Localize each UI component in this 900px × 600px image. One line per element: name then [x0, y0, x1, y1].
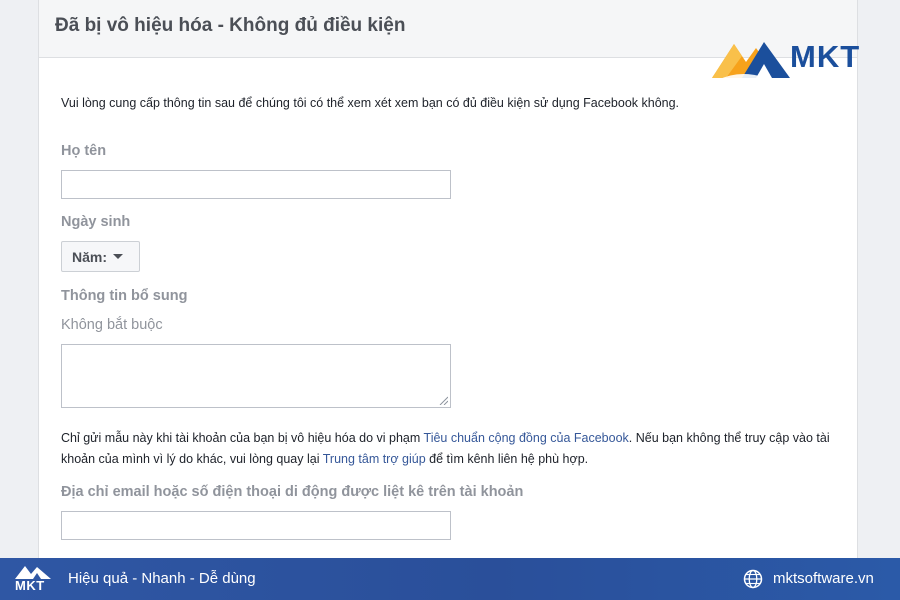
page-background-right [858, 0, 900, 558]
date-of-birth-label: Ngày sinh [61, 214, 131, 230]
email-phone-input[interactable] [61, 511, 451, 540]
resize-grip-icon[interactable] [439, 396, 448, 405]
help-center-link[interactable]: Trung tâm trợ giúp [323, 452, 426, 466]
birth-year-select[interactable]: Năm: [61, 241, 140, 272]
community-standards-link[interactable]: Tiêu chuẩn cộng đồng của Facebook [424, 431, 629, 445]
mkt-logo-text: MKT [790, 39, 861, 74]
mkt-logo: MKT [712, 38, 884, 82]
footer-logo-text: MKT [15, 578, 45, 593]
slogan: Hiệu quả - Nhanh - Dễ dùng [68, 570, 256, 587]
footer-logo: MKT [13, 564, 53, 594]
intro-text: Vui lòng cung cấp thông tin sau để chúng… [61, 96, 680, 110]
additional-info-label: Thông tin bổ sung [61, 288, 188, 304]
caret-down-icon [113, 254, 124, 259]
notice-text-1: Chỉ gửi mẫu này khi tài khoản của bạn bị… [61, 431, 424, 445]
website-url[interactable]: mktsoftware.vn [773, 570, 874, 587]
full-name-label: Họ tên [61, 143, 107, 159]
form-notice: Chỉ gửi mẫu này khi tài khoản của bạn bị… [61, 428, 831, 470]
optional-label: Không bắt buộc [61, 317, 163, 333]
brand-footer: MKT Hiệu quả - Nhanh - Dễ dùng mktsoftwa… [0, 558, 900, 600]
full-name-input[interactable] [61, 170, 451, 199]
birth-year-select-text: Năm: [72, 248, 108, 265]
disabled-account-form-card: Đã bị vô hiệu hóa - Không đủ điều kiện V… [38, 0, 858, 558]
email-phone-label: Địa chỉ email hoặc số điện thoại di động… [61, 484, 524, 500]
page-background-left [0, 0, 38, 558]
additional-info-textarea[interactable] [61, 344, 451, 408]
globe-icon [743, 569, 763, 589]
mountain-logo-icon [712, 42, 790, 80]
page-title: Đã bị vô hiệu hóa - Không đủ điều kiện [55, 15, 406, 36]
notice-text-3: để tìm kênh liên hệ phù hợp. [425, 452, 589, 466]
